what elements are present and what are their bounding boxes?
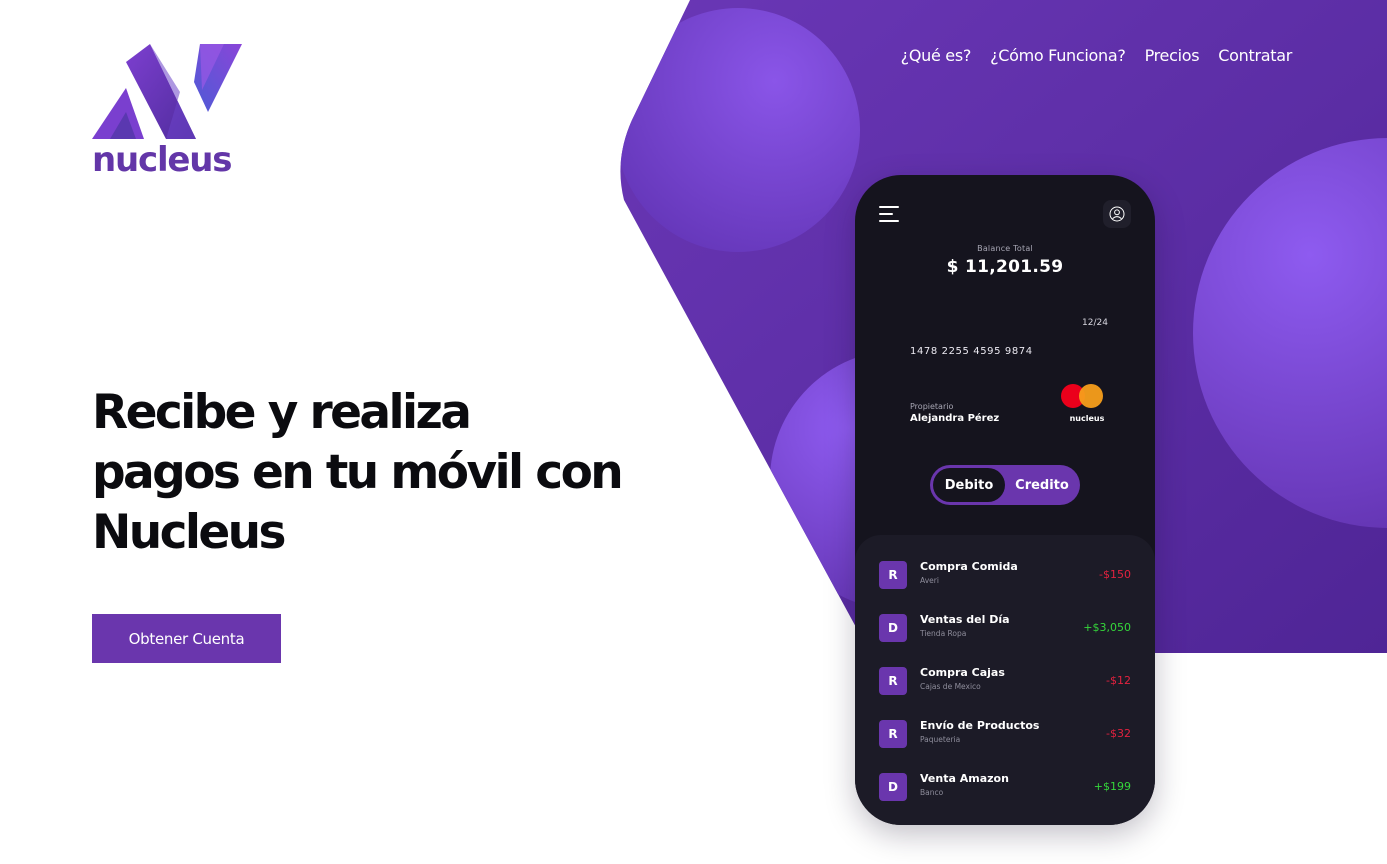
phone-mockup: Balance Total $ 11,201.59 12/24 1478 225…: [855, 175, 1155, 825]
transaction-title: Envío de Productos: [920, 719, 1040, 732]
decor-sphere-top: [620, 8, 860, 252]
nucleus-logo-icon: [92, 44, 242, 139]
transaction-subtitle: Tienda Ropa: [920, 629, 967, 638]
transaction-badge: R: [879, 561, 907, 589]
card-brand-name: nucleus: [1069, 414, 1105, 423]
brand-name: nucleus: [92, 140, 233, 180]
main-nav: ¿Qué es? ¿Cómo Funciona? Precios Contrat…: [901, 44, 1293, 68]
transaction-badge: D: [879, 773, 907, 801]
card-type-toggle: Debito Credito: [930, 465, 1080, 505]
hamburger-menu-icon[interactable]: [879, 205, 899, 223]
transaction-badge: R: [879, 720, 907, 748]
transaction-title: Compra Comida: [920, 560, 1018, 573]
transaction-amount: -$12: [1106, 674, 1131, 687]
transaction-title: Compra Cajas: [920, 666, 1005, 679]
transaction-amount: +$3,050: [1083, 621, 1131, 634]
transaction-row[interactable]: R Envío de Productos Paqueteria -$32: [855, 712, 1155, 756]
card-expiry: 12/24: [1082, 318, 1108, 328]
nav-link-que-es[interactable]: ¿Qué es?: [901, 44, 972, 68]
card-owner-name: Alejandra Pérez: [910, 413, 1000, 424]
transaction-row[interactable]: D Venta Amazon Banco +$199: [855, 765, 1155, 809]
transaction-row[interactable]: R Compra Comida Averi -$150: [855, 553, 1155, 597]
toggle-credito[interactable]: Credito: [1006, 468, 1078, 502]
brand-logo[interactable]: nucleus: [92, 42, 242, 182]
transaction-badge: R: [879, 667, 907, 695]
get-account-button[interactable]: Obtener Cuenta: [92, 614, 281, 663]
toggle-debito[interactable]: Debito: [933, 468, 1005, 502]
hero-headline: Recibe y realiza pagos en tu móvil con N…: [92, 383, 712, 563]
card-owner-label: Propietario: [910, 402, 954, 411]
transaction-subtitle: Banco: [920, 788, 944, 797]
hero-headline-line-3: Nucleus: [92, 505, 286, 560]
transaction-amount: -$32: [1106, 727, 1131, 740]
transaction-subtitle: Paqueteria: [920, 735, 961, 744]
transaction-title: Venta Amazon: [920, 772, 1009, 785]
hero-headline-line-1: Recibe y realiza: [92, 385, 472, 440]
transaction-title: Ventas del Día: [920, 613, 1010, 626]
user-circle-icon: [1109, 206, 1125, 222]
hero-headline-line-2: pagos en tu móvil con: [92, 445, 624, 500]
balance-label: Balance Total: [977, 244, 1033, 253]
transaction-subtitle: Averi: [920, 576, 939, 585]
transactions-panel: R Compra Comida Averi -$150 D Ventas del…: [855, 535, 1155, 825]
mastercard-logo-icon: [1061, 384, 1105, 410]
transaction-subtitle: Cajas de Mexico: [920, 682, 981, 691]
profile-button[interactable]: [1103, 200, 1131, 228]
transaction-badge: D: [879, 614, 907, 642]
card-number: 1478 2255 4595 9874: [910, 346, 1033, 357]
transaction-row[interactable]: R Compra Cajas Cajas de Mexico -$12: [855, 659, 1155, 703]
transaction-amount: +$199: [1093, 780, 1131, 793]
nav-link-contratar[interactable]: Contratar: [1218, 44, 1292, 68]
nav-link-como-funciona[interactable]: ¿Cómo Funciona?: [990, 44, 1126, 68]
nav-link-precios[interactable]: Precios: [1145, 44, 1200, 68]
transaction-amount: -$150: [1099, 568, 1131, 581]
balance-amount: $ 11,201.59: [946, 257, 1064, 277]
transaction-row[interactable]: D Ventas del Día Tienda Ropa +$3,050: [855, 606, 1155, 650]
